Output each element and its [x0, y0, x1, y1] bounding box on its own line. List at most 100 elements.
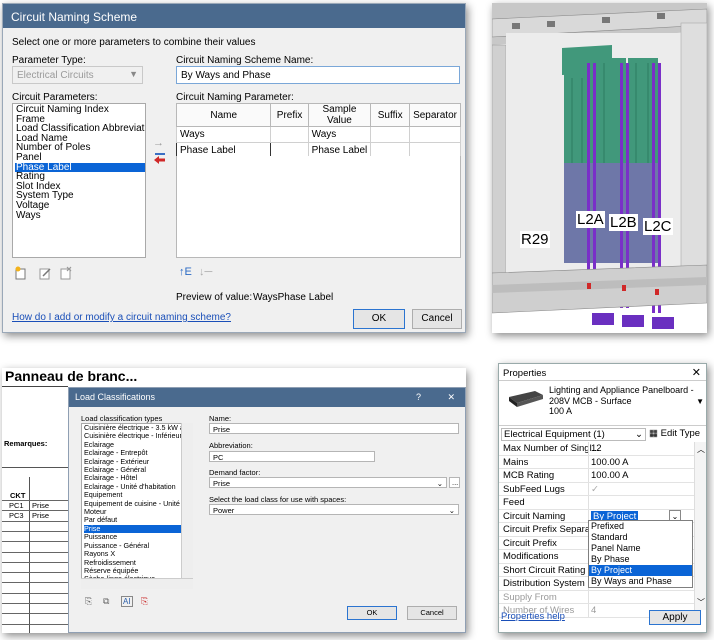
- list-item[interactable]: Ways: [15, 210, 145, 221]
- dialog-title: Circuit Naming Scheme: [3, 4, 465, 28]
- scheme-name-input[interactable]: By Ways and Phase: [176, 66, 460, 84]
- property-row[interactable]: MCB Rating 100.00 A: [499, 469, 694, 483]
- property-name: Circuit Prefix Separator: [503, 524, 602, 535]
- property-row[interactable]: Mains 100.00 A: [499, 455, 694, 469]
- property-row[interactable]: SubFeed Lugs ✓: [499, 482, 694, 496]
- column-header: Suffix: [370, 103, 411, 127]
- circuit-naming-dialog: Circuit Naming Scheme Select one or more…: [2, 3, 466, 333]
- property-row[interactable]: Max Number of Singl... 12: [499, 442, 694, 456]
- rename-icon[interactable]: [38, 266, 52, 283]
- delete-icon[interactable]: ⎘: [141, 596, 148, 607]
- dropdown-option[interactable]: Panel Name: [589, 543, 692, 554]
- demand-factor-browse-button[interactable]: ...: [449, 477, 460, 488]
- category-filter[interactable]: Electrical Equipment (1) ⌄: [501, 428, 646, 441]
- table-empty-area: [176, 156, 461, 258]
- chevron-down-icon: ▼: [696, 397, 704, 406]
- close-icon[interactable]: ✕: [447, 392, 455, 403]
- properties-palette: Properties ✕ Lighting and Appliance Pane…: [498, 363, 707, 633]
- table-cell[interactable]: [409, 126, 461, 143]
- circuit-label-l2a: L2A: [576, 211, 605, 228]
- loadclass-label: Select the load class for use with space…: [209, 495, 347, 504]
- cancel-button[interactable]: Cancel: [407, 606, 457, 620]
- rename-icon[interactable]: AI: [121, 596, 133, 607]
- load-class-select[interactable]: Power ⌄: [209, 504, 459, 515]
- new-icon[interactable]: [14, 266, 28, 283]
- table-row: [2, 572, 68, 582]
- move-up-icon[interactable]: ↑E: [179, 266, 192, 278]
- table-cell[interactable]: [370, 126, 411, 143]
- list-item[interactable]: Par défaut: [84, 516, 192, 525]
- dropdown-option[interactable]: Prefixed: [589, 521, 692, 532]
- panel-3d-view[interactable]: R29 L2A L2B L2C: [492, 3, 707, 333]
- help-link[interactable]: How do I add or modify a circuit naming …: [12, 312, 231, 323]
- property-row[interactable]: Supply From: [499, 590, 694, 604]
- property-name: Supply From: [503, 591, 557, 603]
- property-value[interactable]: 12: [591, 443, 602, 454]
- property-row[interactable]: Feed: [499, 496, 694, 510]
- load-types-list[interactable]: Cuisinière électrique - 3.5 kW à 8.75 Cui…: [81, 423, 193, 589]
- abbreviation-input[interactable]: PC: [209, 451, 375, 462]
- abbr-label: Abbreviation:: [209, 441, 253, 450]
- ok-button[interactable]: OK: [347, 606, 397, 620]
- panel-schedule-view: Panneau de branc... Remarques: CKT PC1 Pr…: [2, 368, 466, 633]
- remove-param-icon[interactable]: [153, 152, 167, 167]
- list-scrollbar[interactable]: [181, 423, 193, 589]
- property-value[interactable]: 100.00 A: [591, 457, 629, 468]
- property-name: Max Number of Singl...: [503, 443, 600, 454]
- load-classifications-dialog: Load Classifications ? ✕ Load classifica…: [68, 387, 466, 633]
- close-icon[interactable]: ✕: [692, 366, 701, 379]
- table-cell[interactable]: Ways: [307, 126, 372, 143]
- types-label: Load classification types: [81, 414, 163, 423]
- property-name: Feed: [503, 497, 525, 508]
- new-icon[interactable]: ⎘: [85, 596, 92, 607]
- demand-factor-select[interactable]: Prise ⌄: [209, 477, 447, 488]
- schedule-grid: Remarques: CKT PC1 Prise PC3 Prise: [2, 386, 68, 633]
- duplicate-icon[interactable]: ⧉: [103, 596, 109, 607]
- property-name: MCB Rating: [503, 470, 555, 481]
- param-type-label: Parameter Type:: [12, 55, 86, 66]
- table-cell[interactable]: Ways: [175, 126, 272, 143]
- dropdown-option[interactable]: Standard: [589, 532, 692, 543]
- table-row[interactable]: Ways Ways: [175, 126, 461, 143]
- property-name: Mains: [503, 456, 529, 468]
- table-row: [2, 603, 68, 613]
- table-cell[interactable]: [270, 126, 309, 143]
- table-row: [2, 530, 68, 541]
- name-label: Name:: [209, 414, 232, 423]
- delete-icon[interactable]: [59, 266, 73, 283]
- name-input[interactable]: Prise: [209, 423, 459, 434]
- circuit-label-l2b: L2B: [609, 214, 638, 231]
- column-header: Sample Value: [307, 103, 372, 127]
- chevron-down-icon: ⌄: [436, 479, 443, 488]
- chevron-down-icon: ﹀: [697, 598, 705, 607]
- edit-type-button[interactable]: ▦ Edit Type: [649, 428, 700, 439]
- property-name: Circuit Prefix: [503, 537, 557, 549]
- move-down-icon[interactable]: ↓─: [199, 266, 212, 278]
- property-value[interactable]: ✓: [591, 484, 599, 495]
- property-value[interactable]: 100.00 A: [591, 470, 629, 481]
- properties-scrollbar[interactable]: ︿ ﹀: [694, 442, 706, 610]
- type-selector[interactable]: Lighting and Appliance Panelboard - 208V…: [499, 380, 706, 426]
- dropdown-option[interactable]: By Phase: [589, 554, 692, 565]
- circuit-label-r29: R29: [520, 231, 550, 248]
- properties-help-link[interactable]: Properties help: [501, 611, 565, 622]
- panelboard-thumbnail-icon: [509, 391, 543, 407]
- circuit-naming-dropdown[interactable]: Prefixed Standard Panel Name By Phase By Pro…: [588, 520, 693, 588]
- ok-button[interactable]: OK: [353, 309, 405, 329]
- circuit-params-label: Circuit Parameters:: [12, 92, 98, 103]
- arrow-right-icon[interactable]: →: [153, 137, 164, 149]
- cancel-button[interactable]: Cancel: [412, 309, 462, 329]
- help-button[interactable]: ?: [416, 392, 421, 402]
- list-hscrollbar[interactable]: [81, 578, 193, 589]
- table-row: PC1 Prise: [2, 500, 68, 510]
- column-header: Prefix: [270, 103, 309, 127]
- table-row: PC3 Prise: [2, 510, 68, 520]
- property-value[interactable]: 4: [591, 605, 596, 616]
- apply-button[interactable]: Apply: [649, 610, 701, 625]
- dropdown-option[interactable]: By Ways and Phase: [589, 576, 692, 587]
- demand-label: Demand factor:: [209, 468, 261, 477]
- table-row: [2, 551, 68, 562]
- dropdown-option[interactable]: By Project: [589, 565, 692, 576]
- circuit-params-list[interactable]: Circuit Naming Index Frame Load Classifica…: [12, 103, 146, 258]
- param-type-select[interactable]: Electrical Circuits ▼: [12, 66, 143, 84]
